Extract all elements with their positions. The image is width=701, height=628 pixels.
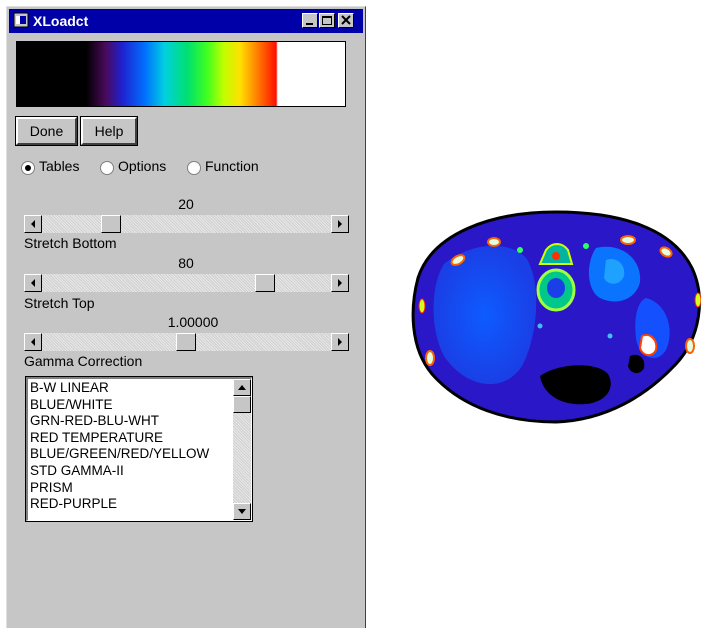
stretch-bottom-right-button[interactable] <box>331 215 349 233</box>
app-icon <box>13 12 29 28</box>
stretch-top-right-button[interactable] <box>331 274 349 292</box>
up-arrow-icon <box>238 385 246 390</box>
stretch-top-value: 80 <box>178 255 194 271</box>
gamma-slider[interactable] <box>24 333 349 351</box>
stretch-bottom-thumb[interactable] <box>101 215 121 233</box>
tables-radio[interactable] <box>21 161 35 175</box>
list-item[interactable]: STD GAMMA-II <box>30 463 209 480</box>
options-radio[interactable] <box>100 161 114 175</box>
maximize-icon <box>322 16 332 25</box>
done-button[interactable]: Done <box>15 116 78 146</box>
list-scroll-thumb[interactable] <box>233 396 251 413</box>
color-table-items: B-W LINEAR BLUE/WHITE GRN-RED-BLU-WHT RE… <box>30 380 209 513</box>
stretch-bottom-label: Stretch Bottom <box>24 235 117 251</box>
color-table-list[interactable]: B-W LINEAR BLUE/WHITE GRN-RED-BLU-WHT RE… <box>25 376 253 522</box>
left-arrow-icon <box>31 279 35 287</box>
left-arrow-icon <box>31 220 35 228</box>
right-arrow-icon <box>338 279 342 287</box>
gamma-right-button[interactable] <box>331 333 349 351</box>
function-radio-label[interactable]: Function <box>205 158 259 174</box>
ct-scan-image <box>411 210 701 424</box>
stretch-top-left-button[interactable] <box>24 274 42 292</box>
right-arrow-icon <box>338 338 342 346</box>
minimize-button[interactable] <box>302 13 318 28</box>
gamma-value: 1.00000 <box>167 314 219 330</box>
list-scroll-down-button[interactable] <box>233 503 251 520</box>
list-item[interactable]: BLUE/WHITE <box>30 397 209 414</box>
list-scroll-up-button[interactable] <box>233 379 251 396</box>
stretch-top-thumb[interactable] <box>255 274 275 292</box>
list-scrollbar[interactable] <box>233 379 251 520</box>
right-arrow-icon <box>338 220 342 228</box>
tables-radio-label[interactable]: Tables <box>39 158 79 174</box>
down-arrow-icon <box>238 509 246 514</box>
title-bar[interactable]: XLoadct <box>9 9 363 33</box>
gamma-left-button[interactable] <box>24 333 42 351</box>
stretch-top-slider[interactable] <box>24 274 349 292</box>
gamma-thumb[interactable] <box>176 333 196 351</box>
list-item[interactable]: B-W LINEAR <box>30 380 209 397</box>
options-radio-label[interactable]: Options <box>118 158 166 174</box>
close-icon <box>341 15 351 25</box>
xloadct-window: XLoadct Done Help Tables Options Functio… <box>6 6 366 628</box>
gamma-label: Gamma Correction <box>24 353 143 369</box>
list-item[interactable]: RED TEMPERATURE <box>30 430 209 447</box>
stretch-bottom-slider[interactable] <box>24 215 349 233</box>
maximize-button[interactable] <box>319 13 335 28</box>
list-item[interactable]: PRISM <box>30 480 209 497</box>
list-item[interactable]: RED-PURPLE <box>30 496 209 513</box>
help-button[interactable]: Help <box>80 116 138 146</box>
function-radio[interactable] <box>187 161 201 175</box>
stretch-bottom-value: 20 <box>178 196 194 212</box>
close-button[interactable] <box>338 13 354 28</box>
stretch-top-label: Stretch Top <box>24 295 95 311</box>
left-arrow-icon <box>31 338 35 346</box>
color-table-preview <box>16 41 346 107</box>
stretch-bottom-left-button[interactable] <box>24 215 42 233</box>
minimize-icon <box>306 23 313 25</box>
list-item[interactable]: BLUE/GREEN/RED/YELLOW <box>30 446 209 463</box>
list-item[interactable]: GRN-RED-BLU-WHT <box>30 413 209 430</box>
window-title: XLoadct <box>33 13 89 29</box>
